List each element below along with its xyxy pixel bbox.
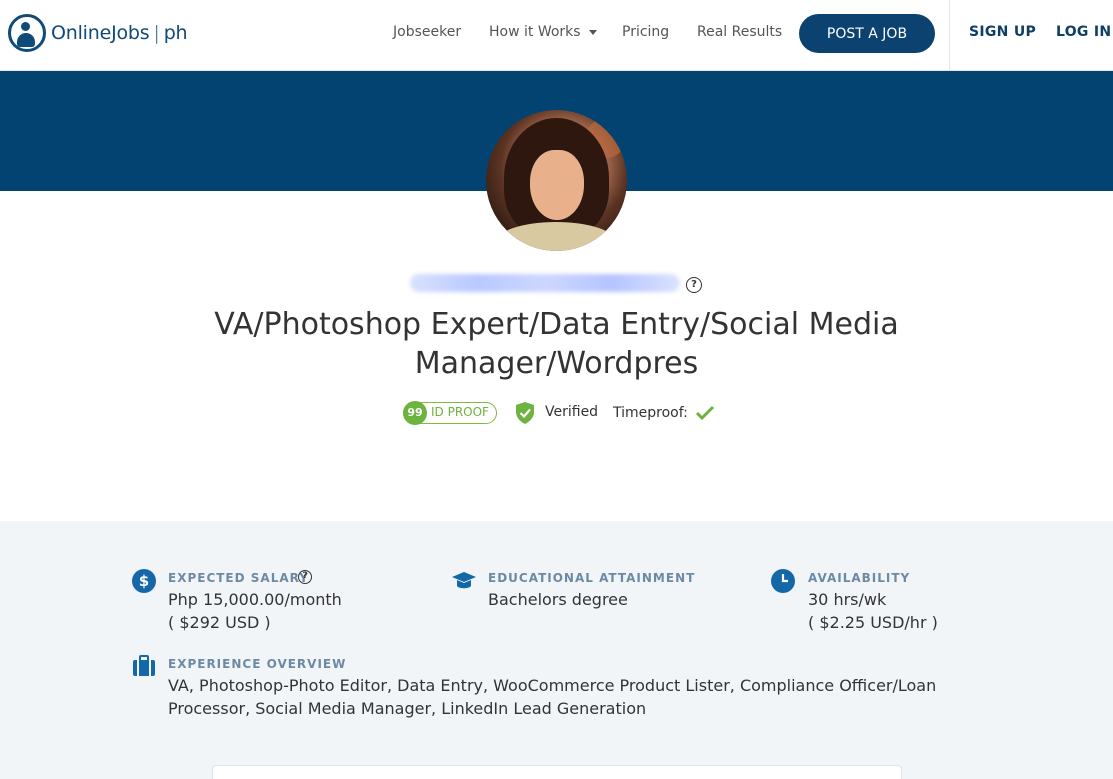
log-in-link[interactable]: LOG IN: [1056, 24, 1111, 40]
nav-how-it-works[interactable]: How it Works: [489, 24, 597, 40]
verified-label: Verified: [545, 404, 599, 420]
divider: [949, 0, 950, 71]
clock-icon: [771, 569, 795, 593]
dollar-icon: $: [132, 569, 156, 593]
id-proof-label: ID PROOF: [431, 405, 489, 419]
nav-pricing[interactable]: Pricing: [622, 24, 669, 40]
experience-label: EXPERIENCE OVERVIEW: [168, 657, 347, 671]
check-icon: [695, 405, 715, 421]
profile-details: [0, 521, 1113, 779]
help-icon[interactable]: ?: [686, 277, 702, 293]
expected-salary-label: EXPECTED SALARY: [168, 571, 309, 585]
salary-usd: ( $292 USD ): [168, 613, 271, 632]
post-a-job-button[interactable]: POST A JOB: [799, 14, 935, 53]
availability-value: 30 hrs/wk: [808, 590, 887, 609]
experience-line-2: Processor, Social Media Manager, LinkedI…: [168, 699, 647, 718]
logo-icon: [8, 14, 46, 52]
shield-check-icon: [516, 402, 534, 424]
top-navbar: OnlineJobs | ph Jobseeker How it Works Pri…: [0, 0, 1113, 71]
sign-up-link[interactable]: SIGN UP: [969, 24, 1036, 40]
content-card: [212, 765, 902, 779]
help-icon[interactable]: ?: [298, 570, 312, 584]
page-title: VA/Photoshop Expert/Data Entry/Social Me…: [214, 307, 899, 381]
avatar: [486, 110, 627, 251]
experience-line-1: VA, Photoshop-Photo Editor, Data Entry, …: [168, 676, 937, 695]
logo-suffix: ph: [163, 22, 188, 44]
education-value: Bachelors degree: [488, 590, 628, 609]
graduation-cap-icon: [452, 572, 476, 589]
nav-real-results[interactable]: Real Results: [697, 24, 782, 40]
id-proof-score: 99: [403, 401, 427, 425]
nav-jobseeker[interactable]: Jobseeker: [393, 24, 461, 40]
availability-label: AVAILABILITY: [808, 571, 911, 585]
education-label: EDUCATIONAL ATTAINMENT: [488, 571, 696, 585]
redacted-name: [410, 274, 680, 292]
briefcase-icon: [133, 655, 155, 676]
availability-rate: ( $2.25 USD/hr ): [808, 613, 938, 632]
nav-how-it-works-label: How it Works: [489, 24, 581, 40]
timeproof-label: Timeproof:: [613, 405, 688, 421]
site-logo[interactable]: OnlineJobs | ph: [8, 14, 188, 52]
salary-value: Php 15,000.00/month: [168, 590, 342, 609]
logo-name: OnlineJobs: [51, 22, 150, 44]
chevron-down-icon: [588, 29, 597, 35]
id-proof-badge[interactable]: 99 ID PROOF: [403, 401, 497, 425]
